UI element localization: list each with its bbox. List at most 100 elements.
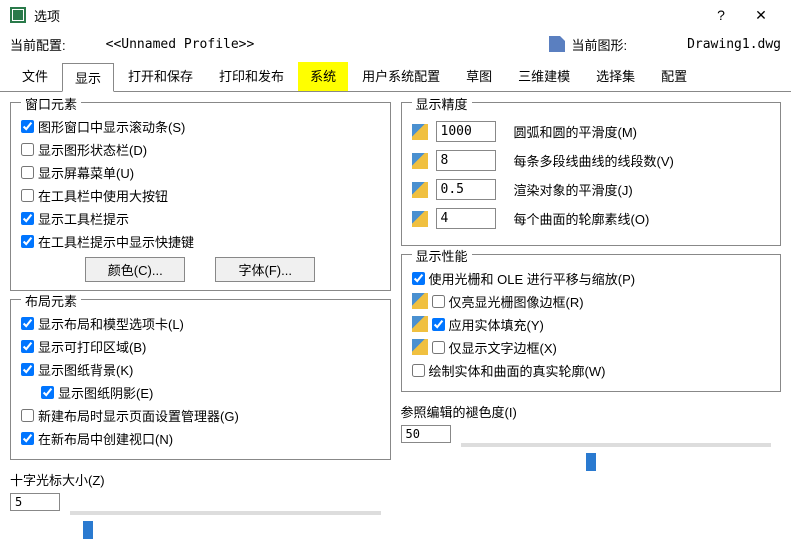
precision-row: 圆弧和圆的平滑度(M): [412, 121, 771, 142]
window-item-row: 在工具栏中使用大按钮: [21, 185, 380, 205]
window-item-label: 显示屏幕菜单(U): [38, 163, 134, 182]
tab-0[interactable]: 文件: [10, 62, 60, 91]
precision-row: 每条多段线曲线的线段数(V): [412, 150, 771, 171]
window-item-label: 显示图形状态栏(D): [38, 140, 147, 159]
perf-item-label: 仅亮显光栅图像边框(R): [449, 292, 584, 311]
perf-item-checkbox[interactable]: [432, 341, 445, 354]
current-profile-label: 当前配置:: [10, 35, 66, 54]
dwg-setting-icon: [412, 153, 428, 169]
tab-2[interactable]: 打开和保存: [116, 62, 205, 91]
layout-item-checkbox[interactable]: [21, 340, 34, 353]
font-button[interactable]: 字体(F)...: [215, 257, 315, 282]
fade-slider[interactable]: [461, 443, 772, 447]
window-item-row: 在工具栏提示中显示快捷键: [21, 231, 380, 251]
window-item-row: 显示工具栏提示: [21, 208, 380, 228]
perf-item-checkbox[interactable]: [412, 364, 425, 377]
tab-8[interactable]: 选择集: [584, 62, 647, 91]
dwg-setting-icon: [412, 339, 428, 355]
slider-thumb[interactable]: [83, 521, 93, 539]
perf-item-checkbox[interactable]: [432, 295, 445, 308]
layout-elements-group: 布局元素 显示布局和模型选项卡(L)显示可打印区域(B)显示图纸背景(K)显示图…: [10, 299, 391, 460]
layout-item-label: 显示可打印区域(B): [38, 337, 146, 356]
perf-item-row: 仅显示文字边框(X): [412, 337, 771, 357]
fade-label: 参照编辑的褪色度(I): [401, 402, 782, 421]
window-item-row: 图形窗口中显示滚动条(S): [21, 116, 380, 136]
perf-item-label: 应用实体填充(Y): [449, 315, 544, 334]
window-elements-group: 窗口元素 图形窗口中显示滚动条(S)显示图形状态栏(D)显示屏幕菜单(U)在工具…: [10, 102, 391, 291]
precision-input[interactable]: [436, 208, 496, 229]
perf-item-label: 绘制实体和曲面的真实轮廓(W): [429, 361, 606, 380]
layout-item-row: 显示图纸阴影(E): [41, 382, 380, 402]
layout-item-row: 显示可打印区域(B): [21, 336, 380, 356]
layout-item-checkbox[interactable]: [21, 432, 34, 445]
layout-item-label: 显示图纸阴影(E): [58, 383, 153, 402]
crosshair-label: 十字光标大小(Z): [10, 470, 391, 489]
layout-item-label: 显示图纸背景(K): [38, 360, 133, 379]
group-title: 窗口元素: [21, 94, 81, 113]
tab-9[interactable]: 配置: [649, 62, 699, 91]
close-button[interactable]: ✕: [741, 7, 781, 24]
tab-3[interactable]: 打印和发布: [207, 62, 296, 91]
layout-item-checkbox[interactable]: [21, 317, 34, 330]
tab-7[interactable]: 三维建模: [506, 62, 582, 91]
crosshair-value[interactable]: 5: [10, 493, 60, 511]
layout-item-checkbox[interactable]: [41, 386, 54, 399]
window-item-checkbox[interactable]: [21, 189, 34, 202]
precision-label: 每个曲面的轮廓素线(O): [514, 209, 650, 228]
dwg-setting-icon: [412, 124, 428, 140]
dwg-setting-icon: [412, 293, 428, 309]
precision-input[interactable]: [436, 179, 496, 200]
current-drawing-value: Drawing1.dwg: [687, 37, 781, 52]
precision-label: 渲染对象的平滑度(J): [514, 180, 633, 199]
group-title: 显示精度: [412, 94, 472, 113]
help-button[interactable]: ?: [701, 7, 741, 23]
display-precision-group: 显示精度 圆弧和圆的平滑度(M)每条多段线曲线的线段数(V)渲染对象的平滑度(J…: [401, 102, 782, 246]
fade-value[interactable]: 50: [401, 425, 451, 443]
tab-1[interactable]: 显示: [62, 63, 114, 92]
slider-thumb[interactable]: [586, 453, 596, 471]
crosshair-size-group: 十字光标大小(Z) 5: [10, 468, 391, 513]
layout-item-row: 在新布局中创建视口(N): [21, 428, 380, 448]
perf-item-label: 使用光栅和 OLE 进行平移与缩放(P): [429, 269, 636, 288]
window-item-checkbox[interactable]: [21, 212, 34, 225]
perf-item-label: 仅显示文字边框(X): [449, 338, 557, 357]
precision-input[interactable]: [436, 121, 496, 142]
window-item-checkbox[interactable]: [21, 166, 34, 179]
perf-item-row: 使用光栅和 OLE 进行平移与缩放(P): [412, 268, 771, 288]
layout-item-checkbox[interactable]: [21, 363, 34, 376]
window-item-row: 显示图形状态栏(D): [21, 139, 380, 159]
layout-item-row: 显示图纸背景(K): [21, 359, 380, 379]
precision-input[interactable]: [436, 150, 496, 171]
tab-4[interactable]: 系统: [298, 62, 348, 91]
perf-item-checkbox[interactable]: [412, 272, 425, 285]
group-title: 布局元素: [21, 291, 81, 310]
window-item-checkbox[interactable]: [21, 143, 34, 156]
layout-item-label: 在新布局中创建视口(N): [38, 429, 173, 448]
window-item-checkbox[interactable]: [21, 235, 34, 248]
window-title: 选项: [34, 6, 701, 25]
window-item-label: 显示工具栏提示: [38, 209, 129, 228]
current-profile-value: <<Unnamed Profile>>: [106, 37, 550, 52]
display-performance-group: 显示性能 使用光栅和 OLE 进行平移与缩放(P)仅亮显光栅图像边框(R)应用实…: [401, 254, 782, 392]
precision-label: 圆弧和圆的平滑度(M): [514, 122, 638, 141]
layout-item-label: 新建布局时显示页面设置管理器(G): [38, 406, 239, 425]
tab-5[interactable]: 用户系统配置: [350, 62, 452, 91]
color-button[interactable]: 颜色(C)...: [85, 257, 185, 282]
precision-label: 每条多段线曲线的线段数(V): [514, 151, 674, 170]
window-item-row: 显示屏幕菜单(U): [21, 162, 380, 182]
fade-group: 参照编辑的褪色度(I) 50: [401, 400, 782, 445]
layout-item-checkbox[interactable]: [21, 409, 34, 422]
current-drawing-label: 当前图形:: [571, 35, 627, 54]
window-item-checkbox[interactable]: [21, 120, 34, 133]
precision-row: 渲染对象的平滑度(J): [412, 179, 771, 200]
dwg-setting-icon: [412, 211, 428, 227]
group-title: 显示性能: [412, 246, 472, 265]
perf-item-row: 仅亮显光栅图像边框(R): [412, 291, 771, 311]
layout-item-row: 新建布局时显示页面设置管理器(G): [21, 405, 380, 425]
layout-item-label: 显示布局和模型选项卡(L): [38, 314, 184, 333]
precision-row: 每个曲面的轮廓素线(O): [412, 208, 771, 229]
tab-6[interactable]: 草图: [454, 62, 504, 91]
perf-item-checkbox[interactable]: [432, 318, 445, 331]
crosshair-slider[interactable]: [70, 511, 381, 515]
drawing-icon: [549, 36, 565, 52]
